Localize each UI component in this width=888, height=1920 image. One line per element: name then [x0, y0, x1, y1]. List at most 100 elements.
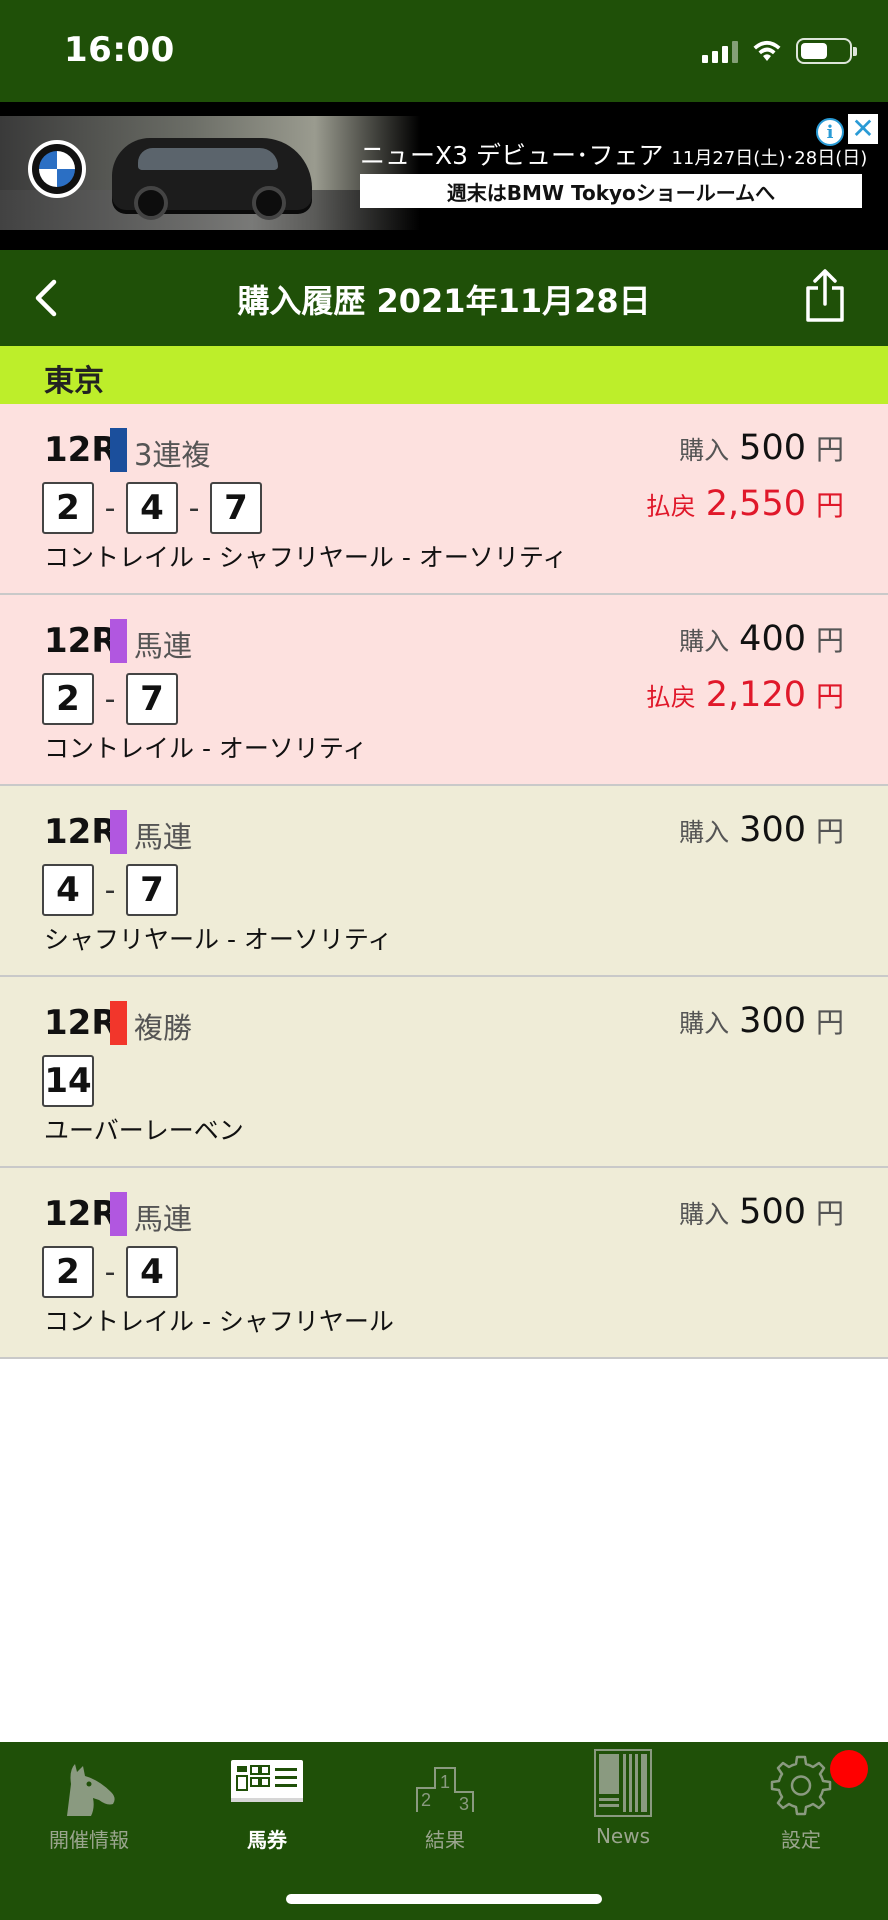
horse-number-box: 2 [42, 482, 94, 534]
purchase-amount: 購入 300 円 [679, 810, 844, 850]
race-number: 12R [44, 621, 118, 661]
tab-kaisai[interactable]: 開催情報 [0, 1742, 178, 1852]
yen-unit: 円 [815, 433, 844, 466]
tab-kekka[interactable]: 1 2 3 結果 [356, 1742, 534, 1852]
purchase-value: 400 [739, 619, 806, 659]
horse-numbers: 14 [42, 1055, 94, 1107]
bet-type: 3連複 [134, 438, 211, 472]
ticket-list: 12R 3連複 購入 500 円 払戻 2,550 円 2-4-7 コントレイル -… [0, 404, 888, 1359]
status-icons [702, 38, 857, 64]
purchase-label: 購入 [679, 436, 730, 465]
ad-title-text: ニューX3 デビュー･フェア [360, 141, 664, 170]
page-title: 購入履歴 2021年11月28日 [237, 282, 651, 320]
yen-unit: 円 [815, 680, 844, 713]
bet-type: 馬連 [134, 820, 193, 854]
horse-number-box: 7 [126, 673, 178, 725]
horse-number-box: 2 [42, 673, 94, 725]
ad-info-icon[interactable]: i [816, 118, 844, 146]
purchase-value: 300 [739, 810, 806, 850]
share-icon[interactable] [802, 268, 848, 324]
bmw-logo [28, 140, 86, 198]
svg-text:1: 1 [440, 1772, 450, 1792]
bet-type-color-bar [110, 1001, 127, 1045]
horse-number-box: 4 [126, 1246, 178, 1298]
horse-numbers: 2-4-7 [42, 482, 262, 534]
horse-head-icon [67, 1764, 115, 1816]
payout-value: 2,550 [705, 484, 806, 524]
ad-close-icon[interactable]: ✕ [848, 114, 878, 144]
bet-type: 馬連 [134, 1202, 193, 1236]
purchase-amount: 購入 400 円 [679, 619, 844, 659]
cellular-signal-icon [702, 39, 738, 63]
horse-number-box: 4 [42, 864, 94, 916]
ticket-row[interactable]: 12R 複勝 購入 300 円 14 ユーバーレーベン [0, 977, 888, 1168]
tab-label: 開催情報 [49, 1828, 129, 1852]
race-number: 12R [44, 1194, 118, 1234]
ad-date: 11月27日(土)･28日(日) [671, 148, 868, 169]
purchase-value: 500 [739, 1192, 806, 1232]
ad-car-image [112, 138, 312, 220]
nav-bar: 購入履歴 2021年11月28日 [0, 250, 888, 346]
race-number: 12R [44, 430, 118, 470]
payout-value: 2,120 [705, 675, 806, 715]
horse-number-box: 4 [126, 482, 178, 534]
tab-label: News [595, 1824, 651, 1848]
ticket-row[interactable]: 12R 馬連 購入 400 円 払戻 2,120 円 2-7 コントレイル - オー… [0, 595, 888, 786]
race-number: 12R [44, 1003, 118, 1043]
podium-icon: 1 2 3 [416, 1767, 474, 1814]
ad-title: ニューX3 デビュー･フェア 11月27日(土)･28日(日) [360, 136, 867, 172]
ticket-icon [231, 1760, 303, 1802]
horse-names: ユーバーレーベン [44, 1116, 244, 1145]
horse-names: コントレイル - シャフリヤール [44, 1307, 394, 1336]
purchase-label: 購入 [679, 1200, 730, 1229]
tab-news[interactable]: News [534, 1742, 712, 1852]
horse-names: コントレイル - シャフリヤール - オーソリティ [44, 543, 568, 572]
bet-type-color-bar [110, 1192, 127, 1236]
wifi-icon [753, 40, 781, 61]
yen-unit: 円 [815, 624, 844, 657]
tab-baken[interactable]: 馬券 [178, 1742, 356, 1852]
horse-number-box: 7 [126, 864, 178, 916]
bet-type-color-bar [110, 428, 127, 472]
number-separator: - [104, 490, 116, 526]
purchase-amount: 購入 300 円 [679, 1001, 844, 1041]
status-bar: 16:00 [0, 0, 888, 102]
tab-label: 馬券 [247, 1828, 287, 1852]
ad-subtitle: 週末はBMW Tokyoショールームへ [360, 174, 862, 208]
bet-type-color-bar [110, 619, 127, 663]
payout-amount: 払戻 2,120 円 [646, 675, 844, 715]
horse-number-box: 7 [210, 482, 262, 534]
horse-numbers: 4-7 [42, 864, 178, 916]
horse-number-box: 14 [42, 1055, 94, 1107]
venue-name: 東京 [44, 364, 104, 399]
news-icon [594, 1749, 652, 1817]
purchase-amount: 購入 500 円 [679, 1192, 844, 1232]
home-indicator[interactable] [286, 1894, 602, 1904]
ad-banner[interactable]: ニューX3 デビュー･フェア 11月27日(土)･28日(日) 週末はBMW T… [0, 102, 888, 250]
yen-unit: 円 [815, 815, 844, 848]
horse-numbers: 2-4 [42, 1246, 178, 1298]
yen-unit: 円 [815, 1006, 844, 1039]
yen-unit: 円 [815, 1197, 844, 1230]
status-time: 16:00 [64, 30, 175, 70]
payout-amount: 払戻 2,550 円 [646, 484, 844, 524]
tab-bar: 開催情報 馬券 1 2 3 結果 News 設定 [0, 1742, 888, 1920]
payout-label: 払戻 [645, 492, 696, 521]
venue-header: 東京 [0, 346, 888, 404]
bet-type-color-bar [110, 810, 127, 854]
ticket-row[interactable]: 12R 3連複 購入 500 円 払戻 2,550 円 2-4-7 コントレイル -… [0, 404, 888, 595]
purchase-label: 購入 [679, 1009, 730, 1038]
battery-icon [796, 38, 857, 64]
svg-text:3: 3 [459, 1794, 469, 1814]
notification-badge [830, 1750, 868, 1788]
ticket-row[interactable]: 12R 馬連 購入 500 円 2-4 コントレイル - シャフリヤール [0, 1168, 888, 1359]
ticket-row[interactable]: 12R 馬連 購入 300 円 4-7 シャフリヤール - オーソリティ [0, 786, 888, 977]
svg-text:2: 2 [421, 1790, 431, 1810]
purchase-value: 300 [739, 1001, 806, 1041]
purchase-amount: 購入 500 円 [679, 428, 844, 468]
bet-type: 複勝 [134, 1011, 193, 1045]
number-separator: - [104, 681, 116, 717]
bet-type: 馬連 [134, 629, 193, 663]
number-separator: - [104, 872, 116, 908]
race-number: 12R [44, 812, 118, 852]
